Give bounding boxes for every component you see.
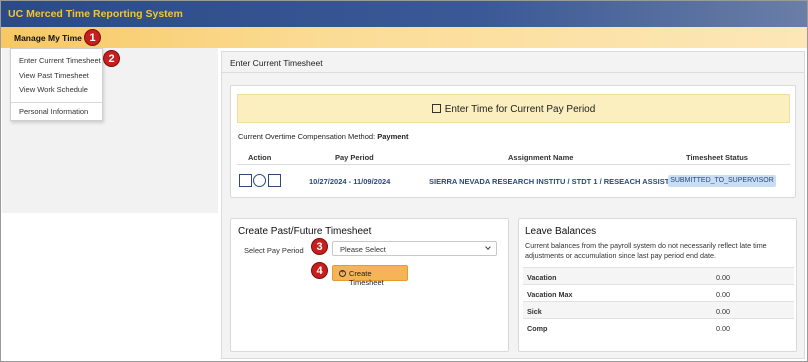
col-header-timesheet-status: Timesheet Status — [686, 153, 748, 162]
menu-divider — [11, 102, 102, 103]
chevron-down-icon — [485, 244, 491, 250]
menu-item-enter-current-timesheet[interactable]: Enter Current Timesheet — [19, 56, 101, 65]
pay-period-end: 11/09/2024 — [353, 177, 391, 186]
calendar-icon — [431, 104, 441, 113]
manage-my-time-dropdown: Enter Current Timesheet View Past Timesh… — [10, 48, 103, 121]
leave-balances-description: Current balances from the payroll system… — [525, 241, 767, 260]
enter-time-banner-label: Enter Time for Current Pay Period — [444, 104, 596, 115]
balance-value: 0.00 — [716, 273, 730, 282]
main-header: Enter Current Timesheet — [222, 52, 804, 73]
create-timesheet-button-label: Create Timesheet — [349, 269, 384, 287]
leave-balances-card: Leave Balances Current balances from the… — [518, 218, 797, 352]
current-timesheet-card: Enter Time for Current Pay Period Curren… — [230, 85, 796, 198]
balance-row: Vacation 0.00 — [523, 267, 794, 284]
col-header-pay-period: Pay Period — [335, 153, 374, 162]
main-header-title: Enter Current Timesheet — [230, 58, 323, 68]
callout-badge-3: 3 — [311, 238, 328, 255]
col-header-action: Action — [248, 153, 272, 162]
balance-value: 0.00 — [716, 324, 730, 333]
balance-row: Vacation Max 0.00 — [523, 284, 794, 301]
clipboard-check-icon[interactable] — [268, 174, 281, 187]
callout-badge-4: 4 — [311, 262, 328, 279]
app-title-bar: UC Merced Time Reporting System — [1, 1, 807, 27]
balance-name: Comp — [527, 324, 548, 333]
menu-bar: Manage My Time — [1, 27, 807, 48]
balance-value: 0.00 — [716, 307, 730, 316]
balance-row: Comp 0.00 — [523, 318, 794, 335]
main-panel: Enter Current Timesheet Enter Time for C… — [221, 51, 805, 359]
select-pay-period-label: Select Pay Period — [244, 246, 304, 255]
back-arrow-icon[interactable] — [253, 174, 266, 187]
callout-badge-2: 2 — [103, 50, 120, 67]
balance-row: Sick 0.00 — [523, 301, 794, 318]
manage-my-time-menu[interactable]: Manage My Time — [14, 33, 92, 43]
pay-period-value: 10/27/2024 - 11/09/2024 — [309, 177, 390, 186]
assignment-name-value: SIERRA NEVADA RESEARCH INSTITU / STDT 1 … — [429, 177, 670, 186]
balance-value: 0.00 — [716, 290, 730, 299]
pay-period-start: 10/27/2024 — [309, 177, 347, 186]
create-timesheet-card: Create Past/Future Timesheet Select Pay … — [230, 218, 509, 352]
callout-badge-1: 1 — [84, 29, 101, 46]
balance-name: Sick — [527, 307, 542, 316]
manage-my-time-label: Manage My Time — [14, 33, 82, 43]
overtime-method: Current Overtime Compensation Method: Pa… — [238, 132, 409, 141]
menu-item-view-past-timesheet[interactable]: View Past Timesheet — [19, 71, 89, 80]
col-header-assignment-name: Assignment Name — [508, 153, 574, 162]
balance-name: Vacation Max — [527, 290, 573, 299]
overtime-label: Current Overtime Compensation Method: — [238, 132, 376, 141]
pay-period-select[interactable]: Please Select — [332, 241, 497, 256]
enter-time-banner[interactable]: Enter Time for Current Pay Period — [237, 94, 790, 123]
pay-period-select-value: Please Select — [340, 245, 386, 254]
app-title: UC Merced Time Reporting System — [8, 8, 183, 20]
balance-name: Vacation — [527, 273, 557, 282]
create-timesheet-title: Create Past/Future Timesheet — [238, 226, 372, 237]
status-badge: SUBMITTED_TO_SUPERVISOR — [668, 175, 776, 187]
overtime-value: Payment — [377, 132, 409, 141]
table-divider — [237, 164, 790, 165]
create-timesheet-button[interactable]: + Create Timesheet — [332, 265, 408, 287]
menu-item-view-work-schedule[interactable]: View Work Schedule — [19, 85, 88, 94]
menu-item-personal-information[interactable]: Personal Information — [19, 107, 88, 116]
leave-balances-title: Leave Balances — [525, 226, 597, 237]
calendar-edit-icon[interactable] — [239, 174, 252, 187]
plus-circle-icon: + — [339, 270, 346, 277]
